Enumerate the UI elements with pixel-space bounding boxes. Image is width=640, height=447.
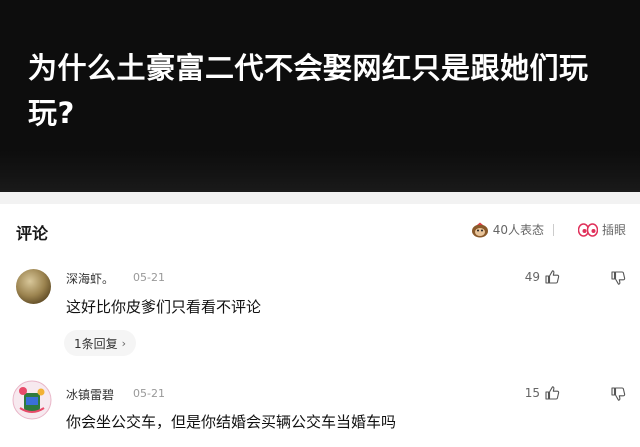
like-count: 49 xyxy=(524,270,540,284)
header-smudge xyxy=(0,150,640,192)
comments-title: 评论 xyxy=(16,224,49,243)
header-divider xyxy=(553,224,554,236)
comment-date: 05-21 xyxy=(133,387,165,400)
like-count: 15 xyxy=(524,386,540,400)
question-title: 为什么土豪富二代不会娶网红只是跟她们玩玩? xyxy=(28,51,589,130)
reactions-count: 40人表态 xyxy=(492,223,544,237)
thumbs-down-icon[interactable] xyxy=(610,270,626,286)
eyes-icon xyxy=(577,222,598,237)
comment-date: 05-21 xyxy=(133,271,165,284)
avatar[interactable] xyxy=(16,269,51,304)
chevron-right-icon: › xyxy=(121,336,127,350)
thumbs-down-icon[interactable] xyxy=(610,386,626,402)
reactions-button[interactable]: 40人表态 xyxy=(471,221,544,238)
thumbs-up-icon xyxy=(545,270,560,284)
comments-header: 评论 40人表态 插眼 xyxy=(0,192,640,254)
username[interactable]: 深海虾。 xyxy=(66,270,114,287)
like-button[interactable]: 49 xyxy=(525,269,560,285)
monkey-reaction-icon xyxy=(471,222,488,237)
thumbs-up-icon xyxy=(545,386,560,400)
eyes-label: 插眼 xyxy=(601,223,626,237)
avatar[interactable] xyxy=(12,380,52,420)
question-header: 为什么土豪富二代不会娶网红只是跟她们玩玩? xyxy=(0,0,640,192)
username[interactable]: 冰镇雷碧 xyxy=(66,386,114,403)
comment-text: 这好比你皮爹们只看看不评论 xyxy=(66,298,262,316)
avatar-image xyxy=(12,380,52,420)
reply-count-label: 1条回复 xyxy=(74,336,118,351)
comment-item: 深海虾。 05-21 49 这好比你皮爹们只看看不评论 1条回复 › xyxy=(0,254,640,366)
like-button[interactable]: 15 xyxy=(525,385,560,401)
comment-item: 冰镇雷碧 05-21 15 你会坐公交车，但是你结婚会买辆公交车当婚车吗 xyxy=(0,366,640,447)
avatar-image xyxy=(16,269,51,304)
eyes-button[interactable]: 插眼 xyxy=(577,221,626,238)
view-replies-button[interactable]: 1条回复 › xyxy=(64,330,137,356)
comment-text: 你会坐公交车，但是你结婚会买辆公交车当婚车吗 xyxy=(66,413,397,431)
